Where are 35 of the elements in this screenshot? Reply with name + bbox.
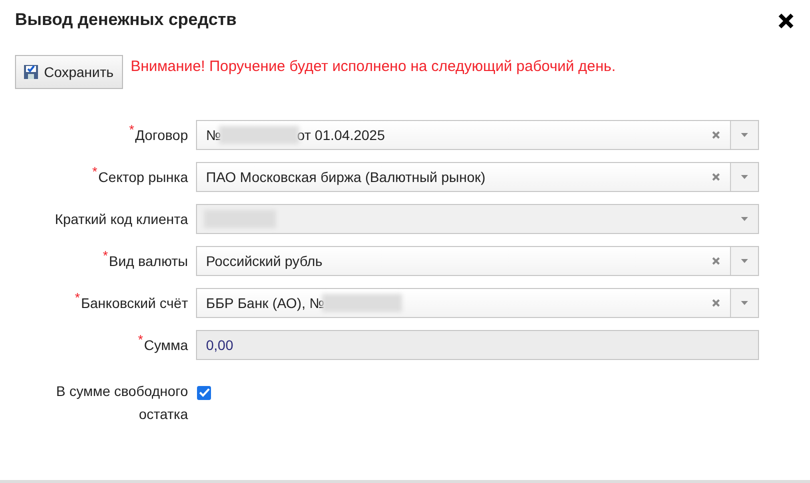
field-label: Сумма bbox=[144, 337, 188, 353]
field-value: от 01.04.2025 bbox=[297, 127, 385, 143]
select-field[interactable]: № от 01.04.2025 bbox=[196, 120, 759, 150]
required-mark: * bbox=[92, 164, 98, 179]
field-label: Вид валюты bbox=[108, 253, 188, 269]
checkbox[interactable] bbox=[197, 386, 211, 400]
required-mark: * bbox=[129, 122, 134, 137]
dialog-title: Вывод денежных средств bbox=[15, 10, 237, 30]
select-field[interactable]: Российский рубль bbox=[196, 246, 759, 276]
dropdown-icon[interactable] bbox=[741, 259, 748, 263]
field-value: ПАО Московская биржа (Валютный рынок) bbox=[206, 169, 486, 185]
clear-icon[interactable] bbox=[712, 257, 720, 265]
save-button[interactable]: Сохранить bbox=[15, 55, 123, 89]
field-label: В сумме свободного остатка bbox=[55, 382, 188, 424]
field-value: № bbox=[206, 127, 222, 143]
dropdown-icon[interactable] bbox=[741, 175, 748, 179]
dropdown-icon[interactable] bbox=[741, 301, 748, 305]
clear-icon[interactable] bbox=[712, 299, 720, 307]
field-value: 0,00 bbox=[205, 337, 234, 353]
required-mark: * bbox=[74, 290, 80, 305]
required-mark: * bbox=[138, 332, 143, 347]
warning-message: Внимание! Поручение будет исполнено на следующий рабочий день. bbox=[130, 58, 616, 75]
clear-icon[interactable] bbox=[712, 173, 720, 181]
select-field[interactable]: ББР Банк (АО), № bbox=[196, 288, 759, 318]
field-label: Банковский счёт bbox=[80, 295, 188, 311]
field-label: Сектор рынка bbox=[98, 169, 188, 185]
field-label: Краткий код клиента bbox=[54, 211, 188, 227]
field-label: Договор bbox=[135, 127, 188, 143]
field-value: Российский рубль bbox=[206, 253, 322, 269]
select-field[interactable]: ПАО Московская биржа (Валютный рынок) bbox=[196, 162, 759, 192]
field-value: ББР Банк (АО), № bbox=[206, 295, 324, 311]
dropdown-icon[interactable] bbox=[741, 133, 748, 137]
close-icon[interactable] bbox=[778, 13, 794, 29]
clear-icon[interactable] bbox=[712, 131, 720, 139]
required-mark: * bbox=[102, 248, 108, 263]
